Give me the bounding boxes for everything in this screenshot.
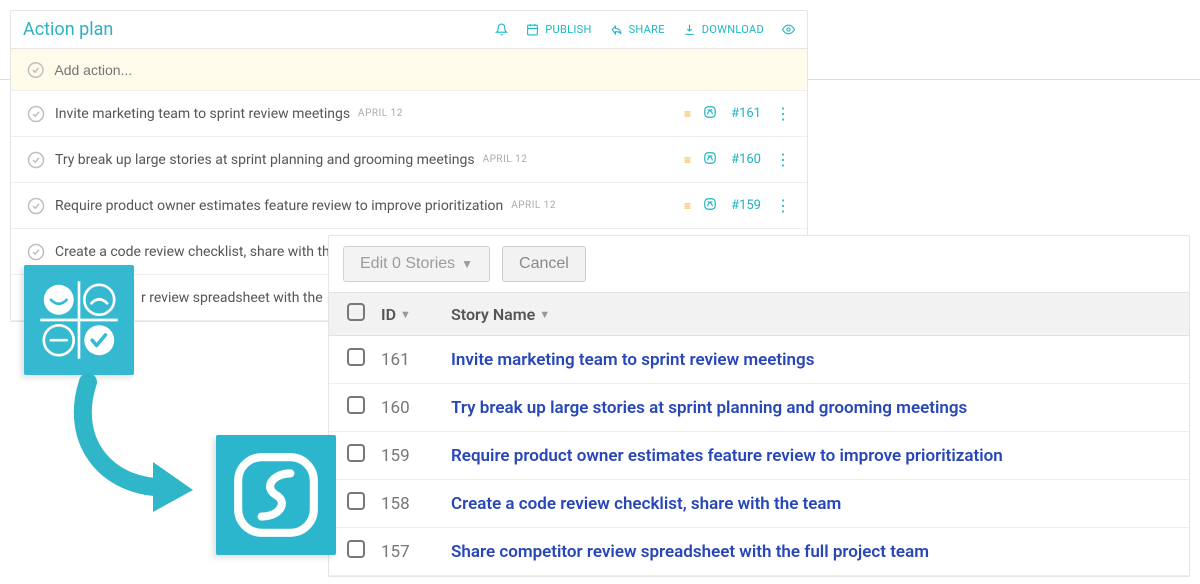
story-name-link[interactable]: Invite marketing team to sprint review m… — [451, 350, 814, 370]
action-plan-toolbar: PUBLISH SHARE DOWNLOAD — [495, 23, 795, 36]
action-text: Require product owner estimates feature … — [55, 198, 503, 214]
action-text: Create a code review checklist, share wi… — [55, 244, 337, 260]
sort-caret-icon: ▼ — [539, 308, 550, 321]
story-id: 161 — [381, 350, 451, 370]
action-row[interactable]: Invite marketing team to sprint review m… — [11, 91, 807, 137]
select-all-checkbox[interactable] — [347, 303, 365, 321]
kebab-menu-icon[interactable]: ⋮ — [775, 198, 791, 214]
story-row: 158 Create a code review checklist, shar… — [329, 480, 1189, 528]
issue-id[interactable]: #160 — [731, 152, 761, 167]
check-circle-icon — [27, 61, 44, 79]
story-row: 160 Try break up large stories at sprint… — [329, 384, 1189, 432]
action-row[interactable]: Try break up large stories at sprint pla… — [11, 137, 807, 183]
action-text: Invite marketing team to sprint review m… — [55, 106, 350, 122]
action-date: APRIL 12 — [358, 108, 403, 119]
publish-button[interactable]: PUBLISH — [526, 23, 591, 36]
story-panel-header: Edit 0 Stories ▼ Cancel — [329, 236, 1189, 292]
shortcut-logo-icon — [216, 435, 336, 555]
column-id[interactable]: ID ▼ — [381, 305, 451, 324]
issue-id[interactable]: #159 — [731, 198, 761, 213]
story-row: 161 Invite marketing team to sprint revi… — [329, 336, 1189, 384]
download-label: DOWNLOAD — [702, 23, 764, 36]
drag-handle-icon[interactable]: ≡ — [684, 153, 689, 167]
story-id: 157 — [381, 542, 451, 562]
story-name-link[interactable]: Require product owner estimates feature … — [451, 446, 1003, 466]
story-row: 157 Share competitor review spreadsheet … — [329, 528, 1189, 576]
story-id: 160 — [381, 398, 451, 418]
story-table-header: ID ▼ Story Name ▼ — [329, 292, 1189, 336]
sort-caret-icon: ▼ — [400, 308, 411, 321]
check-circle-icon — [27, 105, 45, 123]
shortcut-link-icon[interactable] — [703, 197, 717, 215]
action-date: APRIL 12 — [511, 200, 556, 211]
cancel-label: Cancel — [519, 255, 569, 273]
kebab-menu-icon[interactable]: ⋮ — [775, 152, 791, 168]
action-text: Try break up large stories at sprint pla… — [55, 152, 475, 168]
story-id: 158 — [381, 494, 451, 514]
issue-id[interactable]: #161 — [731, 106, 761, 121]
bell-icon[interactable] — [495, 23, 508, 36]
story-row: 159 Require product owner estimates feat… — [329, 432, 1189, 480]
download-button[interactable]: DOWNLOAD — [683, 23, 764, 36]
action-row[interactable]: Require product owner estimates feature … — [11, 183, 807, 229]
story-id: 159 — [381, 446, 451, 466]
shortcut-link-icon[interactable] — [703, 151, 717, 169]
row-checkbox[interactable] — [347, 444, 365, 462]
add-action-row[interactable] — [11, 49, 807, 91]
row-checkbox[interactable] — [347, 396, 365, 414]
teamretro-logo-icon — [24, 265, 134, 375]
drag-handle-icon[interactable]: ≡ — [684, 107, 689, 121]
row-checkbox[interactable] — [347, 540, 365, 558]
action-text: r review spreadsheet with the — [141, 290, 323, 306]
action-date: APRIL 12 — [483, 154, 528, 165]
share-label: SHARE — [629, 23, 665, 36]
story-name-link[interactable]: Create a code review checklist, share wi… — [451, 494, 841, 514]
eye-icon[interactable] — [782, 23, 795, 36]
check-circle-icon — [27, 151, 45, 169]
cancel-button[interactable]: Cancel — [502, 246, 586, 282]
shortcut-link-icon[interactable] — [703, 105, 717, 123]
action-plan-header: Action plan PUBLISH SHARE DOWNLOAD — [11, 11, 807, 49]
action-plan-title: Action plan — [23, 19, 113, 40]
edit-stories-button[interactable]: Edit 0 Stories ▼ — [343, 246, 490, 282]
row-checkbox[interactable] — [347, 348, 365, 366]
story-panel: Edit 0 Stories ▼ Cancel ID ▼ Story Name … — [328, 235, 1190, 577]
edit-stories-label: Edit 0 Stories — [360, 255, 455, 273]
check-circle-icon — [27, 197, 45, 215]
column-name[interactable]: Story Name ▼ — [451, 305, 1171, 324]
share-button[interactable]: SHARE — [610, 23, 665, 36]
row-checkbox[interactable] — [347, 492, 365, 510]
story-name-link[interactable]: Share competitor review spreadsheet with… — [451, 542, 929, 562]
story-name-link[interactable]: Try break up large stories at sprint pla… — [451, 398, 967, 418]
flow-arrow-icon — [58, 372, 208, 522]
kebab-menu-icon[interactable]: ⋮ — [775, 106, 791, 122]
drag-handle-icon[interactable]: ≡ — [684, 199, 689, 213]
add-action-input[interactable] — [54, 62, 791, 78]
check-circle-icon — [27, 243, 45, 261]
publish-label: PUBLISH — [545, 23, 591, 36]
chevron-down-icon: ▼ — [461, 257, 473, 271]
